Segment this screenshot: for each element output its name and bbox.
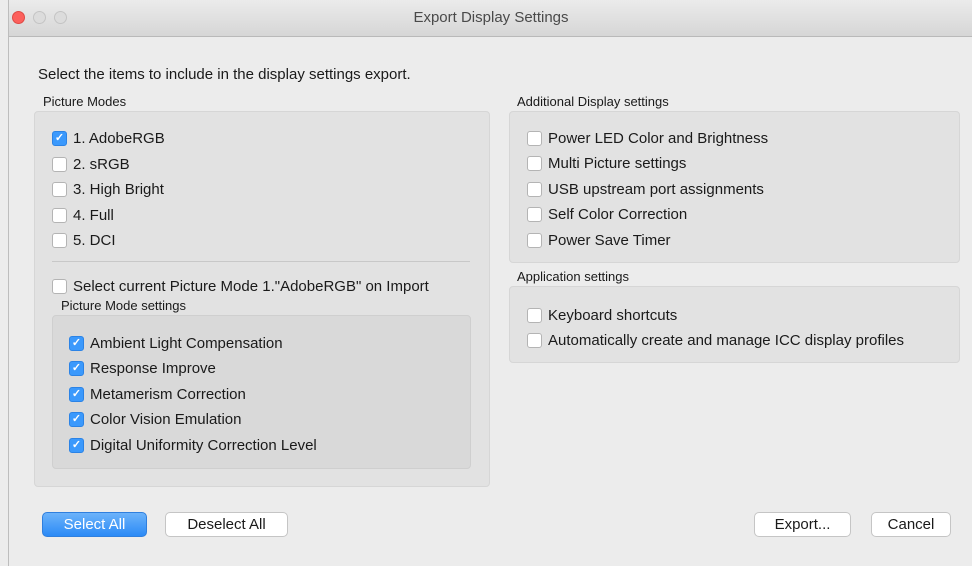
checkbox-label: Digital Uniformity Correction Level — [90, 436, 317, 454]
application-checkbox-keyboard-shortcuts[interactable]: Keyboard shortcuts — [527, 305, 677, 325]
checkbox-unchecked-icon — [527, 130, 542, 146]
checkbox-label: Power Save Timer — [548, 231, 671, 249]
checkbox-checked-icon — [69, 411, 84, 427]
setting-checkbox-digital-uniformity[interactable]: Digital Uniformity Correction Level — [69, 435, 317, 455]
checkbox-unchecked-icon — [527, 206, 542, 222]
checkbox-checked-icon — [69, 335, 84, 351]
checkbox-label: 5. DCI — [73, 231, 116, 249]
picture-mode-checkbox-adobergb[interactable]: 1. AdobeRGB — [52, 128, 165, 148]
cancel-button[interactable]: Cancel — [871, 512, 951, 537]
checkbox-label: 2. sRGB — [73, 155, 130, 173]
additional-checkbox-power-led[interactable]: Power LED Color and Brightness — [527, 128, 768, 148]
checkbox-label: Keyboard shortcuts — [548, 306, 678, 324]
checkbox-label: Multi Picture settings — [548, 154, 687, 172]
setting-checkbox-ambient-light[interactable]: Ambient Light Compensation — [69, 333, 283, 353]
checkbox-label: Select current Picture Mode 1."AdobeRGB"… — [73, 277, 429, 295]
checkbox-unchecked-icon — [52, 181, 67, 197]
additional-checkbox-power-save-timer[interactable]: Power Save Timer — [527, 230, 671, 250]
checkbox-label: Response Improve — [90, 359, 216, 377]
select-current-mode-checkbox[interactable]: Select current Picture Mode 1."AdobeRGB"… — [52, 276, 429, 296]
setting-checkbox-metamerism[interactable]: Metamerism Correction — [69, 384, 246, 404]
checkbox-unchecked-icon — [527, 307, 542, 323]
checkbox-label: Metamerism Correction — [90, 385, 246, 403]
window-title: Export Display Settings — [413, 9, 569, 26]
title-bar: Export Display Settings — [9, 0, 972, 37]
picture-mode-checkbox-full[interactable]: 4. Full — [52, 205, 114, 225]
checkbox-checked-icon — [69, 360, 84, 376]
deselect-all-button[interactable]: Deselect All — [165, 512, 288, 537]
additional-settings-heading: Additional Display settings — [517, 94, 669, 109]
select-all-button[interactable]: Select All — [42, 512, 147, 537]
checkbox-unchecked-icon — [527, 232, 542, 248]
checkbox-label: 4. Full — [73, 206, 114, 224]
checkbox-unchecked-icon — [52, 232, 67, 248]
picture-mode-settings-heading: Picture Mode settings — [61, 298, 187, 313]
additional-checkbox-multi-picture[interactable]: Multi Picture settings — [527, 153, 686, 173]
checkbox-label: Ambient Light Compensation — [90, 334, 283, 352]
export-button[interactable]: Export... — [754, 512, 851, 537]
application-checkbox-icc-profiles[interactable]: Automatically create and manage ICC disp… — [527, 330, 904, 350]
divider — [52, 261, 470, 262]
checkbox-label: 3. High Bright — [73, 180, 164, 198]
additional-checkbox-usb-upstream[interactable]: USB upstream port assignments — [527, 179, 764, 199]
checkbox-label: Color Vision Emulation — [90, 410, 242, 428]
application-settings-heading: Application settings — [517, 269, 630, 284]
checkbox-checked-icon — [69, 386, 84, 402]
checkbox-unchecked-icon — [527, 181, 542, 197]
setting-checkbox-response-improve[interactable]: Response Improve — [69, 358, 216, 378]
instructions-text: Select the items to include in the displ… — [38, 66, 411, 83]
export-dialog-window: Export Display Settings Select the items… — [8, 0, 972, 566]
picture-mode-checkbox-srgb[interactable]: 2. sRGB — [52, 154, 130, 174]
checkbox-label: Automatically create and manage ICC disp… — [548, 331, 905, 349]
checkbox-label: Power LED Color and Brightness — [548, 129, 769, 147]
picture-mode-checkbox-dci[interactable]: 5. DCI — [52, 230, 116, 250]
additional-checkbox-self-color-correction[interactable]: Self Color Correction — [527, 204, 687, 224]
checkbox-label: Self Color Correction — [548, 205, 688, 223]
checkbox-label: 1. AdobeRGB — [73, 129, 165, 147]
checkbox-checked-icon — [52, 130, 67, 146]
checkbox-unchecked-icon — [527, 332, 542, 348]
picture-modes-heading: Picture Modes — [43, 94, 127, 109]
checkbox-unchecked-icon — [527, 155, 542, 171]
checkbox-unchecked-icon — [52, 207, 67, 223]
checkbox-unchecked-icon — [52, 278, 67, 294]
checkbox-checked-icon — [69, 437, 84, 453]
checkbox-unchecked-icon — [52, 156, 67, 172]
setting-checkbox-color-vision[interactable]: Color Vision Emulation — [69, 409, 241, 429]
checkbox-label: USB upstream port assignments — [548, 180, 764, 198]
picture-mode-checkbox-high-bright[interactable]: 3. High Bright — [52, 179, 164, 199]
